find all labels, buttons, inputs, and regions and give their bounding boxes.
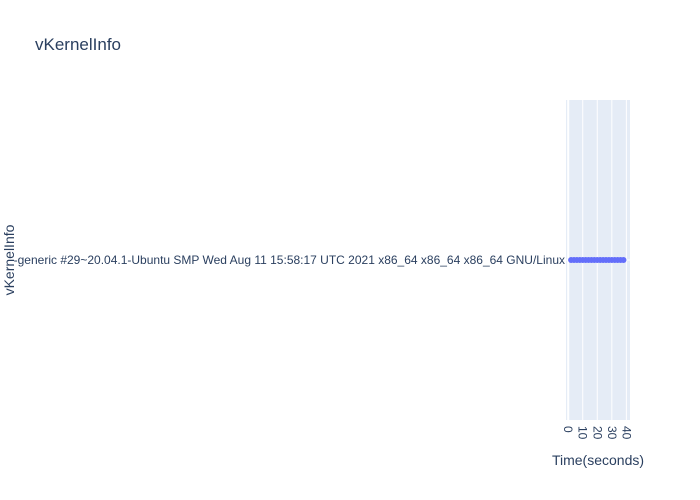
chart-svg: vKernelInfo 0 10 20 30 40 -generic #29~20.04… [1,35,644,468]
y-tick-labels: -generic #29~20.04.1-Ubuntu SMP Wed Aug … [14,253,565,267]
data-points [568,257,627,263]
chart-title: vKernelInfo [35,35,121,54]
data-point[interactable] [620,257,627,263]
x-tick-labels: 0 10 20 30 40 [561,426,633,440]
x-tick-label: 10 [576,426,590,440]
x-tick-label: 20 [590,426,604,440]
y-axis-label: vKernelInfo [1,224,17,295]
x-axis-label: Time(seconds) [552,452,644,468]
x-tick-label: 40 [619,426,633,440]
chart-container: vKernelInfo 0 10 20 30 40 -generic #29~20.04… [0,0,700,500]
x-tick-label: 0 [561,426,575,433]
y-tick-label: -generic #29~20.04.1-Ubuntu SMP Wed Aug … [14,253,565,267]
x-tick-label: 30 [605,426,619,440]
